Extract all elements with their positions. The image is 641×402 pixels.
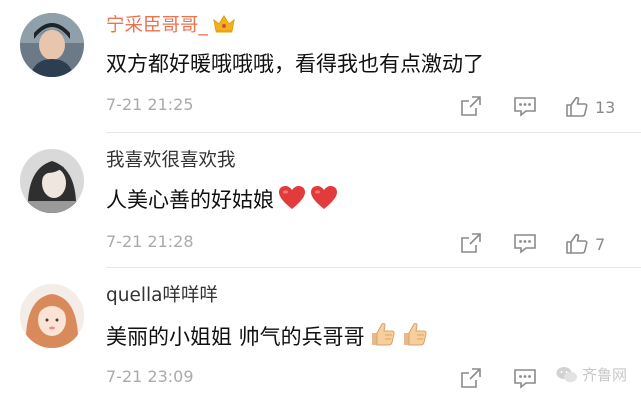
comment-icon	[514, 97, 536, 117]
watermark-text: 齐鲁网	[581, 366, 627, 384]
thumbs-up-outline-icon	[566, 233, 588, 254]
username-text: 宁采臣哥哥_	[106, 15, 208, 36]
comment-text: 双方都好暖哦哦哦，看得我也有点激动了	[106, 52, 484, 76]
comment-item: 我喜欢很喜欢我 人美心善的好姑娘 7-21 21:28 7	[0, 133, 641, 268]
like-button[interactable]: 13	[565, 95, 615, 119]
crown-icon	[212, 14, 236, 41]
comment-icon	[514, 369, 536, 389]
username[interactable]: 我喜欢很喜欢我	[106, 149, 236, 173]
thumbs-up-icon	[369, 320, 397, 355]
reply-button[interactable]	[513, 95, 537, 117]
share-button[interactable]	[460, 367, 482, 389]
avatar[interactable]	[20, 149, 84, 213]
timestamp: 7-21 21:28	[106, 232, 194, 251]
share-icon	[461, 368, 481, 388]
like-count: 13	[595, 97, 616, 117]
red-heart-icon	[278, 185, 306, 218]
share-icon	[461, 233, 481, 253]
like-button[interactable]: 7	[565, 232, 605, 256]
comment-item: 宁采臣哥哥_ 双方都好暖哦哦哦，看得我也有点激动了 7-21 21:25 13	[0, 0, 641, 133]
reply-button[interactable]	[513, 367, 537, 389]
share-icon	[461, 96, 481, 116]
avatar[interactable]	[20, 13, 84, 77]
like-count: 7	[595, 234, 606, 254]
share-button[interactable]	[460, 95, 482, 117]
avatar[interactable]	[20, 284, 84, 348]
timestamp: 7-21 21:25	[106, 95, 194, 114]
timestamp: 7-21 23:09	[106, 367, 194, 386]
share-button[interactable]	[460, 232, 482, 254]
thumbs-up-icon	[401, 320, 429, 355]
reply-button[interactable]	[513, 232, 537, 254]
red-heart-icon	[310, 185, 338, 218]
comment-text-body: 美丽的小姐姐 帅气的兵哥哥	[106, 325, 365, 349]
username[interactable]: 宁采臣哥哥_	[106, 14, 236, 41]
comment-icon	[514, 234, 536, 254]
wechat-icon	[556, 366, 577, 382]
comment-item: quella咩咩咩 美丽的小姐姐 帅气的兵哥哥 7-21 23:09	[0, 268, 641, 402]
watermark: 齐鲁网	[556, 364, 627, 385]
thumbs-up-outline-icon	[566, 96, 588, 117]
comment-text: 美丽的小姐姐 帅气的兵哥哥	[106, 320, 429, 355]
comment-text: 人美心善的好姑娘	[106, 185, 338, 218]
username[interactable]: quella咩咩咩	[106, 284, 218, 308]
comment-text-body: 人美心善的好姑娘	[106, 188, 274, 212]
